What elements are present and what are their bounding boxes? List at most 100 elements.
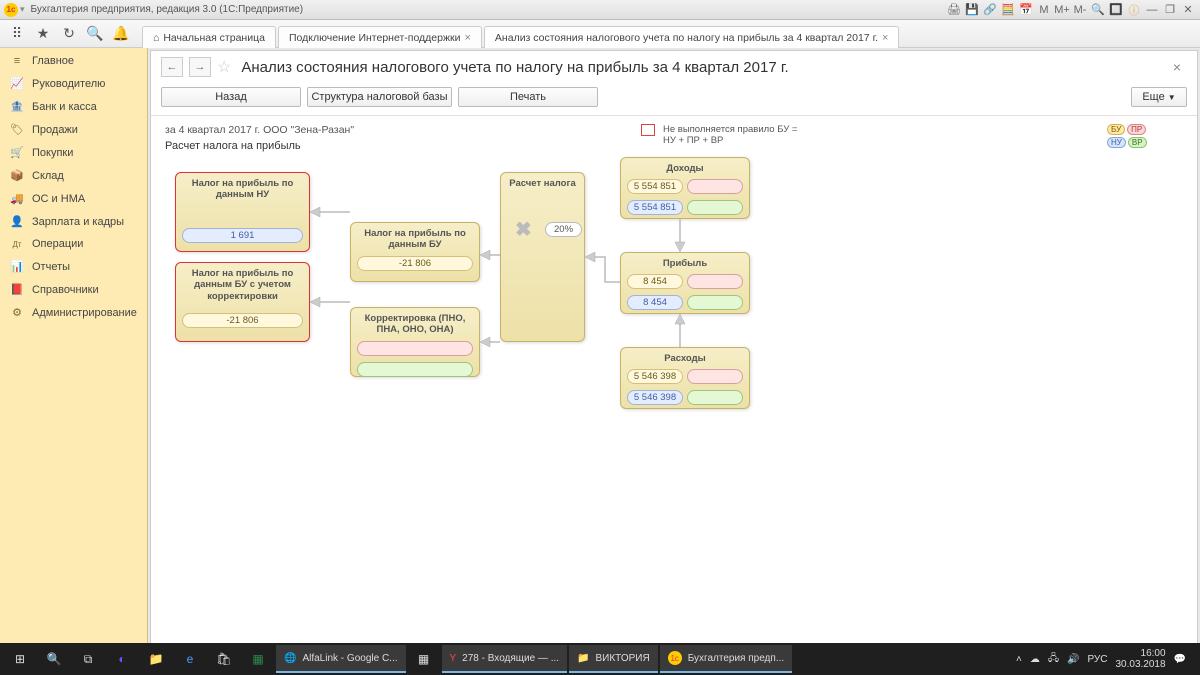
tray-network-icon[interactable]: 🖧 [1048, 651, 1059, 668]
taskbar-folder[interactable]: 📁ВИКТОРИЯ [569, 645, 658, 673]
clock-date: 30.03.2018 [1115, 659, 1165, 670]
sidebar-item-warehouse[interactable]: 📦Склад [0, 164, 147, 187]
sidebar-label: Администрирование [32, 307, 137, 319]
search-icon[interactable]: 🔍 [1090, 2, 1106, 18]
excel-icon[interactable]: ▦ [242, 645, 274, 673]
sidebar-item-purchases[interactable]: 🛒Покупки [0, 141, 147, 164]
value-pill: -21 806 [182, 313, 303, 328]
calendar-icon[interactable]: 📅 [1018, 2, 1034, 18]
sidebar-item-salary[interactable]: 👤Зарплата и кадры [0, 210, 147, 233]
info-icon[interactable]: ⓘ [1126, 2, 1142, 18]
block-correction[interactable]: Корректировка (ПНО, ПНА, ОНО, ОНА) [350, 307, 480, 377]
start-button[interactable]: ⊞ [4, 645, 36, 673]
chart-icon: 📈 [10, 77, 24, 90]
tray-cloud-icon[interactable]: ☁ [1030, 654, 1040, 665]
close-icon[interactable]: ✕ [1180, 2, 1196, 18]
taskbar-label: ВИКТОРИЯ [596, 653, 650, 664]
value-pill [687, 200, 743, 215]
search-button[interactable]: 🔍 [38, 645, 70, 673]
browser1-icon[interactable]: ◐ [106, 645, 138, 673]
tab-home[interactable]: ⌂ Начальная страница [142, 26, 276, 48]
value-pill [687, 274, 743, 289]
favorite-icon[interactable]: ★ [30, 22, 56, 46]
apps-icon[interactable]: ⠿ [4, 22, 30, 46]
sidebar-item-operations[interactable]: ДтОперации [0, 233, 147, 255]
sidebar-item-bank[interactable]: 🏦Банк и касса [0, 95, 147, 118]
save-icon[interactable]: 💾 [964, 2, 980, 18]
close-icon[interactable]: × [882, 32, 888, 44]
task-view-button[interactable]: ⧉ [72, 645, 104, 673]
clock-time: 16:00 [1115, 648, 1165, 659]
sidebar-item-reports[interactable]: 📊Отчеты [0, 255, 147, 278]
m-icon[interactable]: M [1036, 2, 1052, 18]
notifications-icon[interactable]: 🔔 [108, 22, 134, 46]
tab-support[interactable]: Подключение Интернет-поддержки × [278, 26, 482, 48]
tray-volume-icon[interactable]: 🔊 [1067, 654, 1079, 665]
close-icon[interactable]: × [464, 32, 470, 44]
back-button[interactable]: Назад [161, 87, 301, 107]
sidebar-item-assets[interactable]: 🚚ОС и НМА [0, 187, 147, 210]
sidebar-label: Продажи [32, 124, 78, 136]
tab-analysis[interactable]: Анализ состояния налогового учета по нал… [484, 26, 900, 48]
legend-rule: Не выполняется правило БУ = НУ + ПР + ВР [641, 124, 803, 146]
link-icon[interactable]: 🔗 [982, 2, 998, 18]
window-titlebar: 1c ▾ Бухгалтерия предприятия, редакция 3… [0, 0, 1200, 20]
tray-lang[interactable]: РУС [1087, 654, 1107, 665]
print-icon[interactable]: 🖨 [946, 2, 962, 18]
favorite-toggle[interactable]: ☆ [217, 57, 231, 77]
calc-icon[interactable]: 🧮 [1000, 2, 1016, 18]
tray-up-icon[interactable]: ˄ [1016, 654, 1022, 665]
taskbar-1c[interactable]: 1cБухгалтерия предп... [660, 645, 792, 673]
block-tax-bu-corr[interactable]: Налог на прибыль по данным БУ с учетом к… [175, 262, 310, 342]
print-button[interactable]: Печать [458, 87, 598, 107]
close-page-button[interactable]: × [1167, 59, 1187, 75]
block-title: Налог на прибыль по данным БУ с учетом к… [176, 263, 309, 304]
tag-nu: НУ [1107, 137, 1126, 148]
tray-clock[interactable]: 16:00 30.03.2018 [1115, 648, 1165, 670]
block-calc[interactable]: Расчет налога [500, 172, 585, 342]
maximize-icon[interactable]: ❐ [1162, 2, 1178, 18]
history-icon[interactable]: ↻ [56, 22, 82, 46]
sidebar-item-refs[interactable]: 📕Справочники [0, 278, 147, 301]
multiply-icon: ✖ [515, 217, 532, 242]
main-toolbar: ⠿ ★ ↻ 🔍 🔔 ⌂ Начальная страница Подключен… [0, 20, 1200, 48]
block-tax-bu[interactable]: Налог на прибыль по данным БУ -21 806 [350, 222, 480, 282]
sidebar-item-admin[interactable]: ⚙ Администрирование [0, 301, 147, 324]
block-profit[interactable]: Прибыль 8 454 8 454 [620, 252, 750, 314]
value-pill [687, 295, 743, 310]
tab-label: Анализ состояния налогового учета по нал… [495, 32, 878, 44]
tab-label: Начальная страница [163, 32, 265, 44]
sidebar-item-main[interactable]: ≡Главное [0, 50, 147, 72]
value-pill [357, 341, 473, 356]
m-minus-icon[interactable]: M- [1072, 2, 1088, 18]
taskbar-label: AlfaLink - Google C... [302, 653, 397, 664]
nav-back-button[interactable]: ← [161, 57, 183, 77]
truck-icon: 🚚 [10, 192, 24, 205]
taskbar-yandex[interactable]: Y278 - Входящие — ... [442, 645, 568, 673]
sidebar-item-sales[interactable]: 🏷Продажи [0, 118, 147, 141]
block-expense[interactable]: Расходы 5 546 398 5 546 398 [620, 347, 750, 409]
nav-forward-button[interactable]: → [189, 57, 211, 77]
minimize-icon[interactable]: — [1144, 2, 1160, 18]
block-income[interactable]: Доходы 5 554 851 5 554 851 [620, 157, 750, 219]
structure-button[interactable]: Структура налоговой базы [307, 87, 452, 107]
sidebar-item-manager[interactable]: 📈Руководителю [0, 72, 147, 95]
store-icon[interactable]: 🛍 [208, 645, 240, 673]
value-pill [687, 390, 743, 405]
more-button[interactable]: Еще▼ [1131, 87, 1187, 107]
gear-icon: ⚙ [10, 306, 24, 319]
explorer-icon[interactable]: 📁 [140, 645, 172, 673]
windows-taskbar: ⊞ 🔍 ⧉ ◐ 📁 e 🛍 ▦ 🌐AlfaLink - Google C... … [0, 643, 1200, 675]
block-title: Прибыль [621, 253, 749, 271]
search-icon[interactable]: 🔍 [82, 22, 108, 46]
window-icon[interactable]: 🔲 [1108, 2, 1124, 18]
block-tax-nu[interactable]: Налог на прибыль по данным НУ 1 691 [175, 172, 310, 252]
edge-icon[interactable]: e [174, 645, 206, 673]
sidebar-label: Главное [32, 55, 74, 67]
value-pill: 5 546 398 [627, 390, 683, 405]
taskbar-chrome[interactable]: 🌐AlfaLink - Google C... [276, 645, 406, 673]
app-icon[interactable]: ▦ [408, 645, 440, 673]
m-plus-icon[interactable]: M+ [1054, 2, 1070, 18]
tray-notifications-icon[interactable]: 💬 [1174, 654, 1186, 665]
dropdown-icon[interactable]: ▾ [20, 4, 25, 15]
